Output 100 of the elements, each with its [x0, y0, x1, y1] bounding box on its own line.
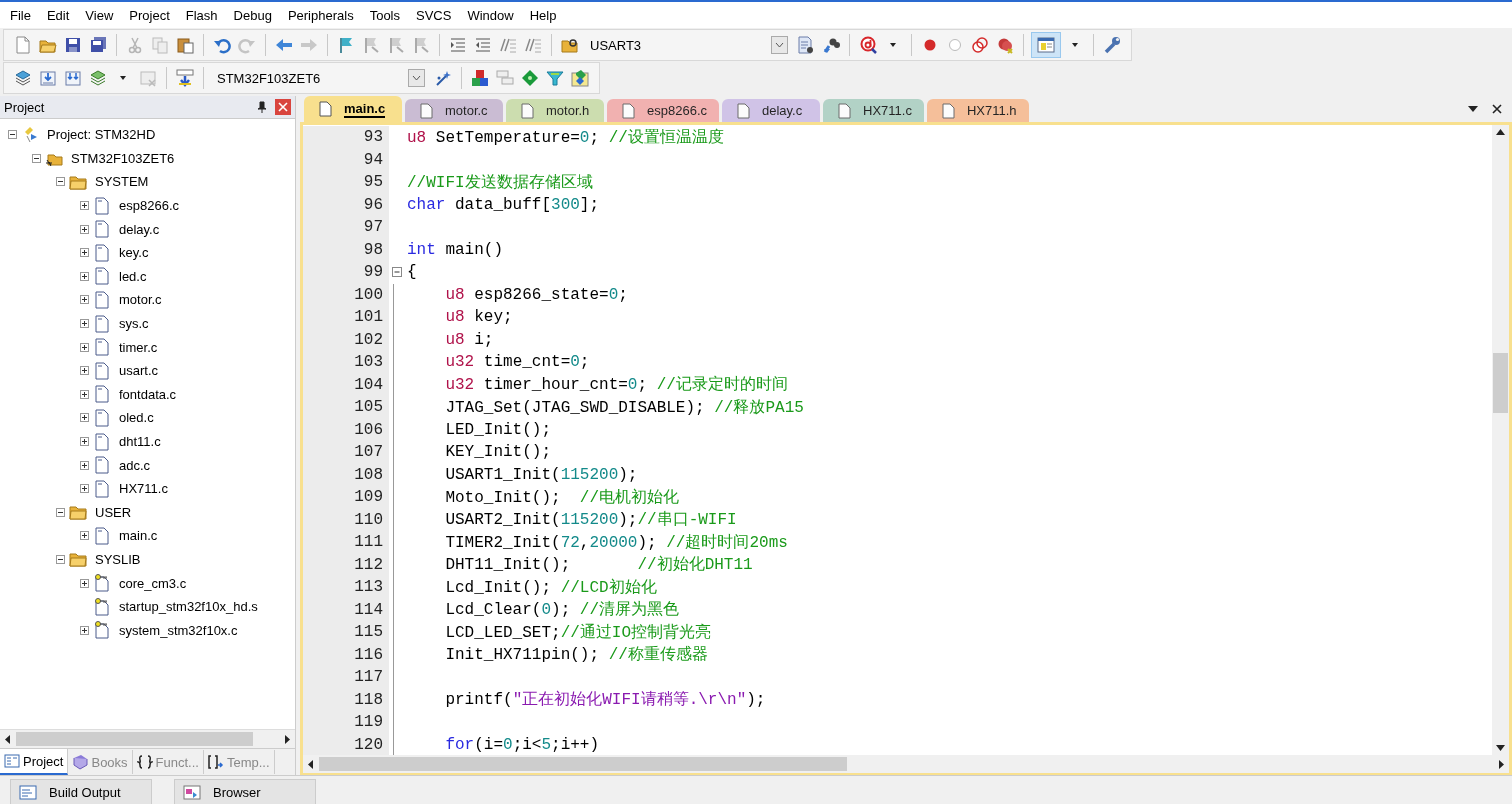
- scroll-right-icon[interactable]: [284, 734, 290, 744]
- caret-icon[interactable]: [889, 42, 897, 48]
- menu-item[interactable]: Window: [461, 5, 520, 25]
- expand-icon[interactable]: [80, 295, 89, 305]
- translate-icon[interactable]: [14, 69, 32, 87]
- blocks-icon[interactable]: [471, 69, 489, 87]
- settings-icon[interactable]: [1103, 36, 1121, 54]
- tree-item[interactable]: system_stm32f10x.c: [117, 621, 240, 639]
- funnel-icon[interactable]: [546, 69, 564, 87]
- close-icon[interactable]: [1492, 104, 1502, 114]
- expand-icon[interactable]: [80, 271, 89, 281]
- find-in-files-icon[interactable]: [561, 36, 579, 54]
- magic-wand-icon[interactable]: [434, 69, 452, 87]
- file-tab[interactable]: main.c: [304, 96, 402, 122]
- tree-item[interactable]: esp8266.c: [117, 197, 181, 215]
- fold-collapse-icon[interactable]: [391, 267, 402, 278]
- tree-item[interactable]: led.c: [117, 267, 149, 285]
- menu-item[interactable]: Flash: [179, 5, 224, 25]
- tree-item[interactable]: adc.c: [117, 456, 153, 474]
- expand-icon[interactable]: [80, 248, 89, 258]
- expand-icon[interactable]: [80, 437, 89, 446]
- tree-item[interactable]: SYSLIB: [93, 551, 143, 568]
- expand-icon[interactable]: [80, 366, 89, 376]
- expand-icon[interactable]: [80, 389, 89, 399]
- tree-item[interactable]: motor.c: [117, 291, 164, 309]
- file-tab[interactable]: HX711.c: [823, 99, 924, 122]
- expand-icon[interactable]: [80, 224, 89, 234]
- tree-item[interactable]: USER: [93, 503, 134, 521]
- batch-build-icon[interactable]: [89, 69, 107, 87]
- tree-item[interactable]: HX711.c: [117, 480, 170, 498]
- menu-item[interactable]: SVCS: [410, 5, 458, 25]
- tree-item[interactable]: STM32F103ZET6: [69, 149, 177, 167]
- tree-item[interactable]: usart.c: [117, 362, 160, 380]
- expand-icon[interactable]: [80, 484, 89, 494]
- menu-item[interactable]: Help: [523, 5, 563, 25]
- pin-icon[interactable]: [257, 101, 267, 113]
- build-icon[interactable]: [39, 69, 57, 87]
- menu-item[interactable]: View: [79, 5, 120, 25]
- menu-item[interactable]: Edit: [40, 5, 76, 25]
- expand-icon[interactable]: [80, 460, 89, 470]
- tree-item[interactable]: oled.c: [117, 409, 156, 427]
- expand-icon[interactable]: [80, 578, 89, 588]
- file-tab[interactable]: motor.h: [506, 99, 604, 122]
- save-icon[interactable]: [64, 36, 82, 54]
- tree-item[interactable]: fontdata.c: [117, 385, 179, 403]
- comment-icon[interactable]: [499, 36, 517, 54]
- tree-item[interactable]: delay.c: [117, 220, 162, 238]
- tree-item[interactable]: startup_stm32f10x_hd.s: [117, 598, 260, 616]
- tree-item[interactable]: sys.c: [117, 315, 151, 333]
- tree-item[interactable]: main.c: [117, 527, 160, 545]
- diamond-icon[interactable]: [521, 69, 539, 87]
- caret-icon[interactable]: [1071, 42, 1079, 48]
- tree-item[interactable]: key.c: [117, 244, 151, 262]
- collapse-icon[interactable]: [56, 507, 65, 517]
- window-icon[interactable]: [1037, 36, 1055, 54]
- paste-icon[interactable]: [176, 36, 194, 54]
- menu-item[interactable]: Peripherals: [281, 5, 360, 25]
- tree-item[interactable]: timer.c: [117, 338, 160, 356]
- scrollbar-thumb[interactable]: [319, 757, 848, 771]
- scroll-left-icon[interactable]: [5, 734, 11, 744]
- scroll-left-icon[interactable]: [308, 759, 314, 769]
- expand-icon[interactable]: [80, 342, 89, 352]
- expand-icon[interactable]: [80, 319, 89, 329]
- expand-icon[interactable]: [80, 201, 89, 211]
- undo-icon[interactable]: [213, 36, 231, 54]
- collapse-icon[interactable]: [8, 130, 17, 140]
- scroll-down-icon[interactable]: [1496, 745, 1505, 751]
- file-tab[interactable]: delay.c: [722, 99, 820, 122]
- tree-item[interactable]: dht11.c: [117, 433, 163, 450]
- dropdown-icon[interactable]: [1468, 106, 1478, 112]
- menu-item[interactable]: Tools: [363, 5, 406, 25]
- expand-icon[interactable]: [80, 625, 89, 635]
- scroll-up-icon[interactable]: [1496, 129, 1505, 135]
- collapse-icon[interactable]: [56, 555, 65, 564]
- expand-icon[interactable]: [80, 413, 89, 423]
- find-combo[interactable]: USART3: [588, 34, 788, 56]
- menu-item[interactable]: Project: [123, 5, 176, 25]
- download-icon[interactable]: [176, 69, 194, 87]
- uncomment-icon[interactable]: [524, 36, 542, 54]
- tree-item[interactable]: SYSTEM: [93, 173, 151, 191]
- scroll-right-icon[interactable]: [1498, 759, 1504, 769]
- find-document-icon[interactable]: [797, 36, 815, 54]
- menu-item[interactable]: File: [4, 5, 37, 25]
- file-tab[interactable]: motor.c: [405, 99, 503, 122]
- collapse-icon[interactable]: [56, 177, 65, 187]
- tree-item[interactable]: Project: STM32HD: [45, 126, 158, 144]
- expand-icon[interactable]: [80, 531, 89, 541]
- collapse-icon[interactable]: [32, 153, 41, 163]
- file-tab[interactable]: HX711.h: [926, 99, 1029, 122]
- back-arrow-icon[interactable]: [275, 36, 293, 54]
- save-all-icon[interactable]: [89, 36, 107, 54]
- panel-tab[interactable]: Build Output: [10, 779, 152, 804]
- menu-item[interactable]: Debug: [227, 5, 278, 25]
- clear-breakpoints-icon[interactable]: [996, 36, 1014, 54]
- debug-icon[interactable]: [859, 36, 877, 54]
- tree-item[interactable]: core_cm3.c: [117, 574, 189, 592]
- caret-icon[interactable]: [119, 75, 127, 81]
- scrollbar-thumb[interactable]: [16, 732, 253, 746]
- panel-tab[interactable]: Browser: [174, 779, 316, 804]
- panel-tab[interactable]: Project: [0, 749, 69, 775]
